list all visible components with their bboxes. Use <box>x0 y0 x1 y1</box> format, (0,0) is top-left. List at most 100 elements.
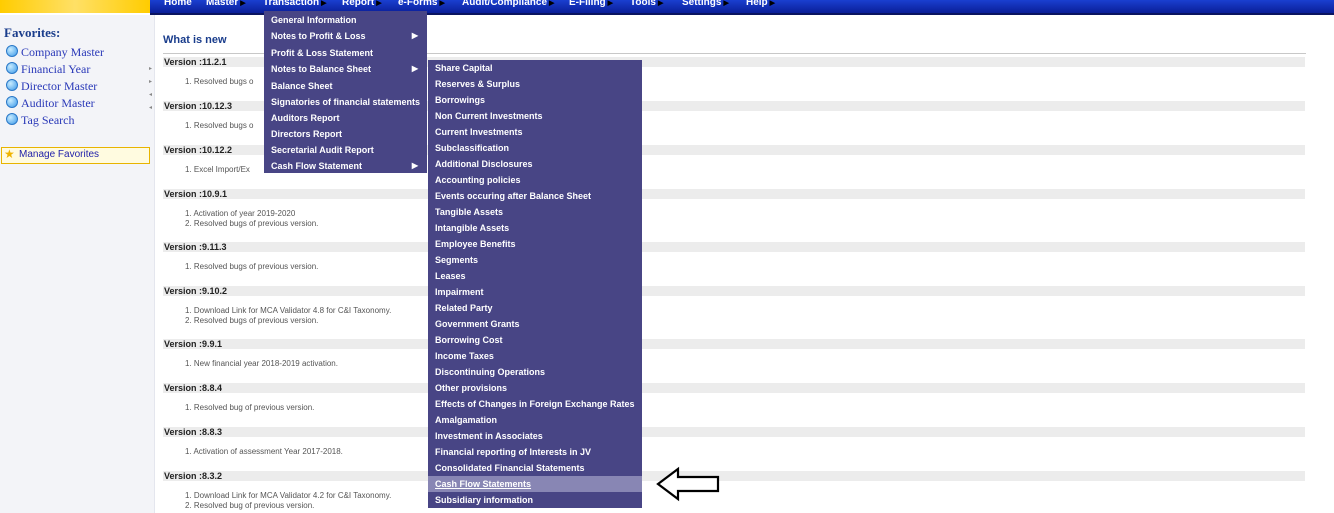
notes-to-balance-sheet-submenu: Share Capital Reserves & Surplus Borrowing… <box>428 60 642 508</box>
nav-transaction[interactable]: Transaction ▶ <box>263 0 327 8</box>
report-menu-item[interactable]: Secretarial Audit Report <box>264 142 427 158</box>
report-menu-item[interactable]: Profit & Loss Statement <box>264 45 427 61</box>
nav-audit-compliance[interactable]: Audit/Compliance ▶ <box>462 0 554 8</box>
chevron-right-icon: ▶ <box>439 0 445 7</box>
submenu-item[interactable]: Subclassification <box>428 140 642 156</box>
submenu-item[interactable]: Non Current Investments <box>428 108 642 124</box>
logo-strip <box>0 0 150 13</box>
submenu-item[interactable]: Share Capital <box>428 60 642 76</box>
nav-label: Report <box>342 0 375 8</box>
submenu-item[interactable]: Government Grants <box>428 316 642 332</box>
version-header: Version :9.9.1 <box>163 339 1305 349</box>
chevron-right-icon: ▶ <box>411 31 418 40</box>
menu-item-label: Notes to Profit & Loss <box>271 31 366 41</box>
nav-label: Audit/Compliance <box>462 0 548 8</box>
submenu-item[interactable]: Other provisions <box>428 380 642 396</box>
submenu-item[interactable]: Consolidated Financial Statements <box>428 460 642 476</box>
report-menu-item[interactable]: Auditors Report <box>264 110 427 126</box>
nav-master[interactable]: Master ▶ <box>206 0 246 8</box>
report-menu-item[interactable]: Cash Flow Statement ▶ <box>264 158 427 174</box>
favorite-link-director-master[interactable]: Director Master <box>6 79 97 94</box>
version-note: 2. Resolved bugs of previous version. <box>185 219 319 228</box>
bullet-circle-icon <box>6 96 18 108</box>
submenu-item[interactable]: Tangible Assets <box>428 204 642 220</box>
report-menu-item[interactable]: General Information <box>264 12 427 28</box>
manage-favorites-button[interactable]: ★ Manage Favorites <box>1 147 150 164</box>
report-menu: General Information Notes to Profit & Los… <box>264 11 427 173</box>
menu-item-label: Secretarial Audit Report <box>271 145 374 155</box>
chevron-right-icon: ▶ <box>607 0 614 7</box>
submenu-item[interactable]: Borrowing Cost <box>428 332 642 348</box>
menu-item-label: Balance Sheet <box>271 81 333 91</box>
favorite-label: Tag Search <box>21 113 75 127</box>
submenu-item[interactable]: Additional Disclosures <box>428 156 642 172</box>
favorite-label: Company Master <box>21 45 104 59</box>
version-note: 2. Resolved bug of previous version. <box>185 501 315 510</box>
favorite-link-financial-year[interactable]: Financial Year <box>6 62 90 77</box>
sidebar-collapse-handle[interactable]: ▸ ▸ ◂ ◂ <box>149 63 152 115</box>
favorite-label: Auditor Master <box>21 96 95 110</box>
favorite-link-company-master[interactable]: Company Master <box>6 45 104 60</box>
submenu-item[interactable]: Events occuring after Balance Sheet <box>428 188 642 204</box>
submenu-item[interactable]: Investment in Associates <box>428 428 642 444</box>
menu-item-label: Directors Report <box>271 129 343 139</box>
submenu-item[interactable]: Reserves & Surplus <box>428 76 642 92</box>
submenu-item[interactable]: Employee Benefits <box>428 236 642 252</box>
submenu-item[interactable]: Cash Flow Statements <box>428 476 642 492</box>
submenu-item[interactable]: Amalgamation <box>428 412 642 428</box>
favorite-label: Financial Year <box>21 62 91 76</box>
nav-e-filing[interactable]: E-Filing ▶ <box>569 0 613 8</box>
version-header: Version :9.11.3 <box>163 242 1305 252</box>
nav-settings[interactable]: Settings ▶ <box>682 0 729 8</box>
nav-tools[interactable]: Tools ▶ <box>630 0 663 8</box>
submenu-item[interactable]: Discontinuing Operations <box>428 364 642 380</box>
report-menu-item[interactable]: Directors Report <box>264 126 427 142</box>
favorite-link-tag-search[interactable]: Tag Search <box>6 113 74 128</box>
version-note: 1. Resolved bugs of previous version. <box>185 262 319 271</box>
chevron-right-icon: ▶ <box>549 0 555 7</box>
version-header: Version :8.3.2 <box>163 471 1305 481</box>
menu-item-label: General Information <box>271 15 357 25</box>
chevron-right-icon: ▶ <box>657 0 664 7</box>
report-menu-item[interactable]: Notes to Profit & Loss ▶ <box>264 28 427 44</box>
menu-item-label: Signatories of financial statements <box>271 97 421 107</box>
version-note: 1. Activation of year 2019-2020 <box>185 209 296 218</box>
nav-e-forms[interactable]: e-Forms ▶ <box>398 0 445 8</box>
favorites-title: Favorites: <box>4 25 61 40</box>
submenu-item[interactable]: Borrowings <box>428 92 642 108</box>
nav-home[interactable]: Home <box>164 0 192 8</box>
favorites-sidebar: Favorites: ★ Manage Favorites ▸ ▸ ◂ ◂ Compa… <box>0 15 155 513</box>
report-menu-item[interactable]: Notes to Balance Sheet ▶ <box>264 61 427 77</box>
version-note: 1. Download Link for MCA Validator 4.2 f… <box>185 491 392 500</box>
nav-report[interactable]: Report ▶ <box>342 0 382 8</box>
version-note: 1. Resolved bugs o <box>185 121 254 130</box>
version-note: 1. Resolved bugs o <box>185 77 254 86</box>
submenu-item[interactable]: Related Party <box>428 300 642 316</box>
chevron-right-icon: ▶ <box>376 0 382 7</box>
nav-label: Home <box>164 0 192 8</box>
nav-help[interactable]: Help ▶ <box>746 0 775 8</box>
nav-label: e-Forms <box>398 0 438 8</box>
submenu-item[interactable]: Accounting policies <box>428 172 642 188</box>
favorite-link-auditor-master[interactable]: Auditor Master <box>6 96 95 111</box>
submenu-item[interactable]: Financial reporting of Interests in JV <box>428 444 642 460</box>
bullet-circle-icon <box>6 62 18 74</box>
version-note: 1. Excel Import/Ex <box>185 165 250 174</box>
chevron-right-icon: ▶ <box>769 0 776 7</box>
star-icon: ★ <box>4 147 15 161</box>
submenu-item[interactable]: Intangible Assets <box>428 220 642 236</box>
submenu-item[interactable]: Income Taxes <box>428 348 642 364</box>
menu-item-label: Profit & Loss Statement <box>271 48 374 58</box>
submenu-item[interactable]: Effects of Changes in Foreign Exchange R… <box>428 396 642 412</box>
submenu-item[interactable]: Current Investments <box>428 124 642 140</box>
nav-label: Master <box>206 0 239 8</box>
report-menu-item[interactable]: Balance Sheet <box>264 78 427 94</box>
submenu-item[interactable]: Segments <box>428 252 642 268</box>
submenu-item[interactable]: Impairment <box>428 284 642 300</box>
submenu-item[interactable]: Subsidiary information <box>428 492 642 508</box>
version-header: Version :9.10.2 <box>163 286 1305 296</box>
report-menu-item[interactable]: Signatories of financial statements <box>264 94 427 110</box>
nav-label: Settings <box>682 0 722 8</box>
page-title: What is new <box>163 34 227 46</box>
submenu-item[interactable]: Leases <box>428 268 642 284</box>
